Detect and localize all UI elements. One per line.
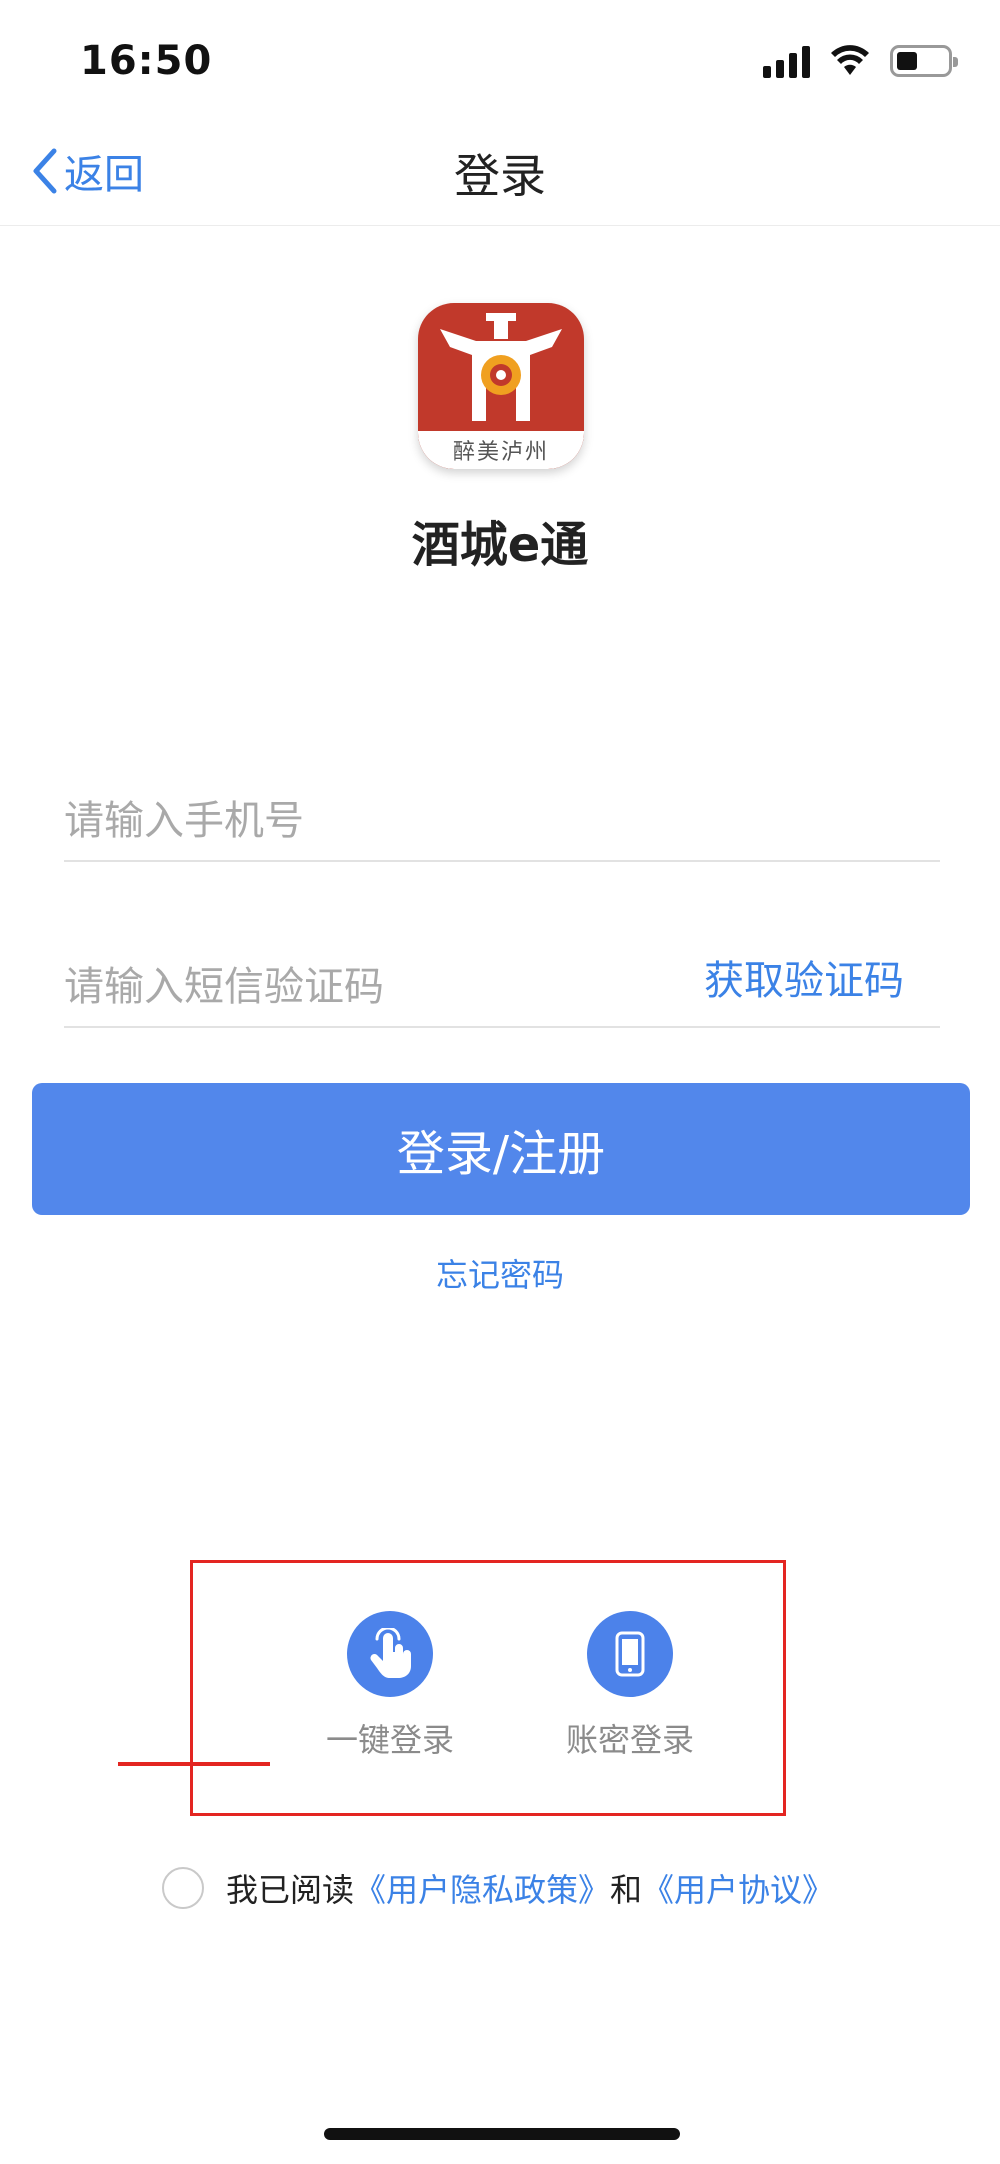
sms-code-field: 获取验证码 — [64, 908, 940, 1028]
hand-tap-icon — [370, 1628, 411, 1678]
status-bar: 16:50 — [0, 0, 1000, 120]
phone-input[interactable] — [64, 742, 940, 860]
status-time: 16:50 — [80, 38, 213, 84]
logo-caption: 醉美泸州 — [418, 431, 584, 469]
get-code-button[interactable]: 获取验证码 — [704, 938, 904, 1006]
agreement-checkbox[interactable] — [162, 1867, 204, 1909]
forgot-password-link[interactable]: 忘记密码 — [0, 1250, 1000, 1296]
cellular-signal-icon — [763, 44, 810, 78]
one-tap-login-button[interactable]: 一键登录 — [305, 1611, 475, 1761]
app-name: 酒城e通 — [411, 517, 589, 573]
page-title: 登录 — [454, 149, 546, 203]
privacy-policy-link[interactable]: 《用户隐私政策》 — [354, 1865, 610, 1911]
login-screen: 16:50 返回 登录 醉美泸州 酒城e通 请输入手机号 请输入短信验证码 获取… — [0, 0, 1000, 2164]
account-icon-circle — [587, 1611, 673, 1697]
navigation-bar: 返回 登录 — [0, 120, 1000, 226]
agreement-connector: 和 — [610, 1871, 643, 1909]
wifi-icon — [831, 45, 869, 75]
phone-icon — [615, 1631, 645, 1677]
status-icons — [763, 44, 958, 78]
alt-login-highlight-box: 一键登录 账密登录 — [190, 1560, 786, 1816]
one-tap-icon-circle — [347, 1611, 433, 1697]
one-tap-underline-annotation — [118, 1762, 270, 1766]
agreement-row: 我已阅读 《用户隐私政策》 和 《用户协议》 — [162, 1865, 834, 1911]
account-password-login-label: 账密登录 — [565, 1721, 694, 1759]
login-register-button[interactable]: 登录/注册 — [32, 1083, 970, 1215]
agreement-prefix: 我已阅读 — [226, 1871, 355, 1909]
user-agreement-link[interactable]: 《用户协议》 — [642, 1865, 834, 1911]
account-password-login-button[interactable]: 账密登录 — [545, 1611, 715, 1761]
phone-field — [64, 742, 940, 862]
one-tap-login-label: 一键登录 — [325, 1721, 454, 1759]
home-indicator[interactable] — [324, 2128, 680, 2140]
sms-code-input[interactable] — [64, 908, 664, 1026]
logo-emblem-icon — [440, 313, 562, 421]
app-logo: 醉美泸州 — [418, 303, 584, 469]
battery-icon — [890, 45, 958, 77]
